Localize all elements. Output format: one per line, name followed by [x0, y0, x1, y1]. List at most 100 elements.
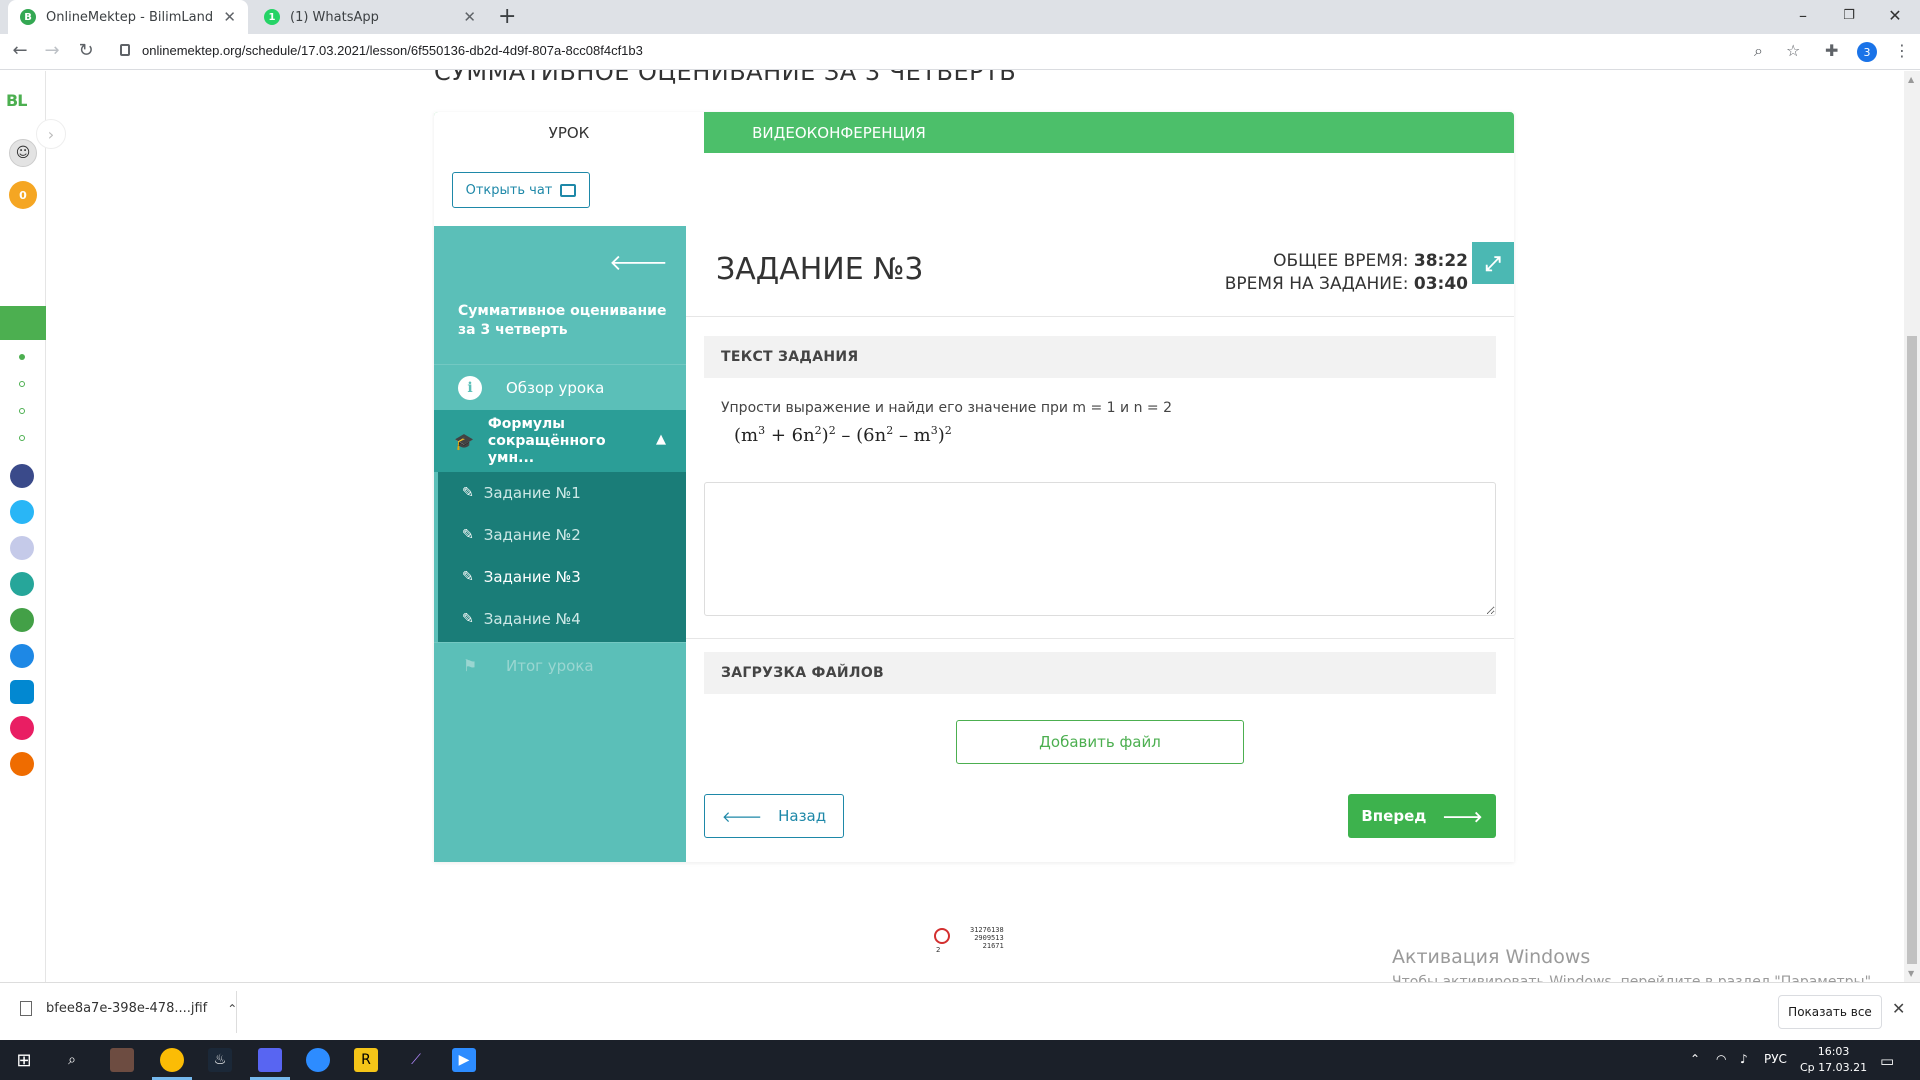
- browser-tab-whatsapp[interactable]: 1 (1) WhatsApp ✕: [252, 0, 488, 34]
- zoom-icon[interactable]: ⌕: [1754, 41, 1763, 61]
- close-tab-icon[interactable]: ✕: [223, 8, 236, 26]
- add-file-button[interactable]: Добавить файл: [956, 720, 1244, 764]
- menu-kebab-icon[interactable]: ⋮: [1894, 41, 1910, 60]
- task-time: ВРЕМЯ НА ЗАДАНИЕ: 03:40: [1225, 273, 1468, 296]
- open-chat-button[interactable]: Открыть чат: [452, 172, 590, 208]
- coins-badge[interactable]: 0: [9, 181, 37, 209]
- rockstar-icon[interactable]: R: [354, 1048, 378, 1072]
- rail-dot[interactable]: [19, 408, 25, 414]
- profile-avatar[interactable]: 3: [1857, 42, 1877, 62]
- sidebar-item-overview[interactable]: i Обзор урока: [434, 364, 686, 410]
- counter-line: 2909513: [974, 934, 1004, 942]
- edit-icon: ✎: [462, 527, 474, 543]
- search-icon[interactable]: ⌕: [60, 1048, 84, 1072]
- rail-active-app[interactable]: [0, 306, 46, 340]
- divider: [686, 316, 1514, 317]
- answer-textarea[interactable]: [704, 482, 1496, 616]
- app-icon[interactable]: [306, 1048, 330, 1072]
- graduation-cap-icon: 🎓: [454, 431, 474, 451]
- open-chat-label: Открыть чат: [465, 182, 553, 198]
- bilimland-app-icon[interactable]: [10, 572, 34, 596]
- download-item[interactable]: bfee8a7e-398e-478....jfif ⌃: [20, 1001, 237, 1016]
- bilimland-plus-app-icon[interactable]: [10, 644, 34, 668]
- close-downloads-icon[interactable]: ✕: [1892, 999, 1905, 1018]
- sidebar-item-label: Обзор урока: [506, 378, 605, 397]
- tab-videoconference[interactable]: ВИДЕОКОНФЕРЕНЦИЯ: [704, 112, 974, 153]
- edit-icon: ✎: [462, 569, 474, 585]
- library-app-icon[interactable]: [10, 536, 34, 560]
- sidebar-item-task-1[interactable]: ✎ Задание №1: [438, 472, 686, 514]
- restore-window-button[interactable]: ❐: [1826, 2, 1872, 30]
- imektep-app-icon[interactable]: [10, 752, 34, 776]
- tasks-app-icon[interactable]: [10, 680, 34, 704]
- task-list: ✎ Задание №1 ✎ Задание №2 ✎ Задание №3 ✎…: [438, 472, 686, 642]
- forward-arrow-icon[interactable]: →: [40, 40, 64, 61]
- scroll-up-arrow-icon[interactable]: ▲: [1908, 75, 1914, 84]
- sidebar-item-summary[interactable]: ⚑ Итог урока: [434, 642, 686, 688]
- task-formula: (m3 + 6n2)2 – (6n2 – m3)2: [734, 424, 952, 446]
- sidebar-item-task-3[interactable]: ✎ Задание №3: [438, 556, 686, 598]
- new-tab-button[interactable]: +: [498, 4, 516, 29]
- scrollbar-thumb[interactable]: [1907, 336, 1917, 964]
- task-text-header: ТЕКСТ ЗАДАНИЯ: [704, 336, 1496, 378]
- bilimland-kids-app-icon[interactable]: [10, 608, 34, 632]
- windows-taskbar: ⊞ ⌕ ♨ R ⟋ ▶ ⌃ ◠ ♪ РУС 16:03 Ср 17.03.21 …: [0, 1040, 1920, 1080]
- rail-dot[interactable]: [19, 435, 25, 441]
- fullscreen-expand-icon[interactable]: ⤢: [1472, 242, 1514, 284]
- scroll-down-arrow-icon[interactable]: ▼: [1908, 969, 1914, 978]
- steam-icon[interactable]: ♨: [208, 1048, 232, 1072]
- windows-start-icon[interactable]: ⊞: [12, 1048, 36, 1072]
- next-button[interactable]: Вперед 🡒: [1348, 794, 1496, 838]
- bookmark-star-icon[interactable]: ☆: [1786, 41, 1800, 60]
- show-all-downloads-button[interactable]: Показать все: [1778, 995, 1882, 1029]
- address-bar[interactable]: onlinemektep.org/schedule/17.03.2021/les…: [142, 43, 643, 58]
- discord-icon[interactable]: [258, 1048, 282, 1072]
- reload-icon[interactable]: ↻: [74, 40, 98, 61]
- tab-lesson[interactable]: УРОК: [434, 112, 704, 153]
- rail-dot[interactable]: [19, 381, 25, 387]
- sidebar-item-task-2[interactable]: ✎ Задание №2: [438, 514, 686, 556]
- volume-icon[interactable]: ♪: [1740, 1052, 1748, 1066]
- help-app-icon[interactable]: [10, 500, 34, 524]
- avatar[interactable]: ☺: [9, 139, 37, 167]
- back-button[interactable]: 🡐 Назад: [704, 794, 844, 838]
- task-link-label: Задание №3: [483, 568, 581, 586]
- sidebar-back-arrow-icon[interactable]: 🡐: [609, 250, 668, 276]
- rail-dot[interactable]: [19, 354, 25, 360]
- course-title: Суммативное оценивание за 3 четверть: [458, 303, 667, 338]
- sidebar-topic-formulas[interactable]: 🎓 Формулы сокращённого умн... ▲: [434, 410, 686, 472]
- bilimland-logo[interactable]: BL: [6, 91, 27, 110]
- visitor-counter[interactable]: 31276138 2909513 21671 2: [932, 924, 1012, 954]
- twig-app-icon[interactable]: [10, 716, 34, 740]
- notifications-icon[interactable]: ▭: [1880, 1052, 1894, 1070]
- lock-icon[interactable]: [120, 44, 130, 56]
- minimize-window-button[interactable]: –: [1780, 2, 1826, 30]
- back-arrow-icon[interactable]: ←: [8, 40, 32, 61]
- chevron-up-icon[interactable]: ▲: [656, 432, 666, 447]
- activation-title: Активация Windows: [1392, 946, 1591, 968]
- game-app-icon[interactable]: [110, 1048, 134, 1072]
- clock[interactable]: 16:03 Ср 17.03.21: [1800, 1044, 1867, 1076]
- browser-tab-bilimland[interactable]: B OnlineMektep - BilimLand ✕: [8, 0, 248, 34]
- back-label: Назад: [778, 807, 827, 825]
- tray-chevron-up-icon[interactable]: ⌃: [1690, 1052, 1700, 1066]
- chat-icon: [560, 183, 577, 197]
- zoom-app-icon[interactable]: ▶: [452, 1048, 476, 1072]
- expand-rail-chevron-icon[interactable]: ›: [36, 119, 66, 149]
- clock-date: Ср 17.03.21: [1800, 1061, 1868, 1074]
- smart-app-icon[interactable]: [10, 464, 34, 488]
- close-window-button[interactable]: ✕: [1872, 2, 1918, 30]
- close-tab-icon[interactable]: ✕: [463, 8, 476, 26]
- extensions-puzzle-icon[interactable]: ✚: [1825, 41, 1838, 60]
- language-indicator[interactable]: РУС: [1764, 1052, 1787, 1066]
- task-link-label: Задание №1: [483, 484, 581, 502]
- feather-app-icon[interactable]: ⟋: [404, 1048, 428, 1072]
- network-icon[interactable]: ◠: [1716, 1052, 1726, 1066]
- formula-exponent: 3: [930, 424, 938, 437]
- task-text: Упрости выражение и найди его значение п…: [721, 400, 1172, 416]
- chrome-icon[interactable]: [160, 1048, 184, 1072]
- sidebar-item-task-4[interactable]: ✎ Задание №4: [438, 598, 686, 640]
- page-scrollbar[interactable]: ▲ ▼: [1904, 71, 1920, 982]
- left-app-rail: BL › ☺ 0: [0, 71, 66, 982]
- counter-small: 2: [936, 946, 941, 954]
